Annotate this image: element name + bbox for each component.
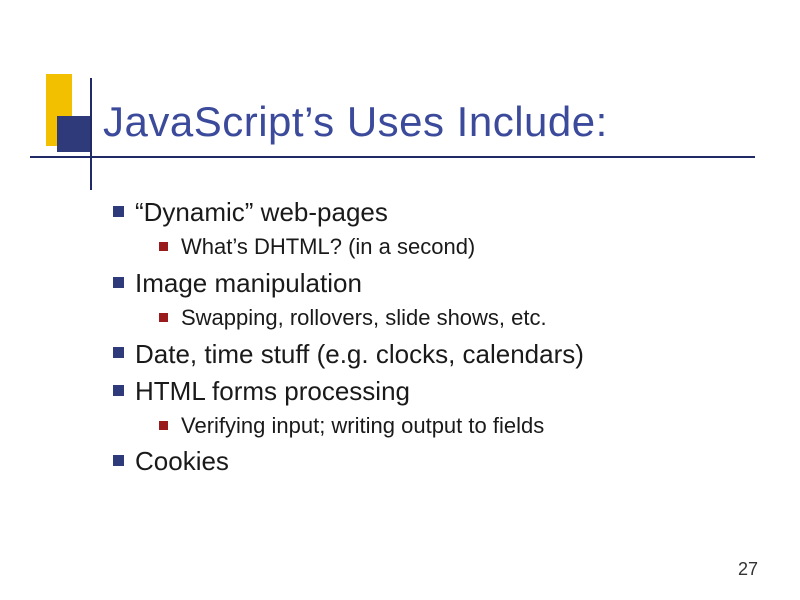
slide: JavaScript’s Uses Include: “Dynamic” web… (0, 0, 800, 600)
list-item: HTML forms processing Verifying input; w… (113, 374, 753, 441)
page-number: 27 (738, 559, 758, 580)
list-item: Date, time stuff (e.g. clocks, calendars… (113, 337, 753, 372)
list-item-text: Date, time stuff (e.g. clocks, calendars… (135, 339, 584, 369)
list-item-text: Swapping, rollovers, slide shows, etc. (181, 305, 547, 330)
list-item-text: What’s DHTML? (in a second) (181, 234, 475, 259)
divider-vertical (90, 78, 92, 190)
list-item-text: Image manipulation (135, 268, 362, 298)
list-item: Swapping, rollovers, slide shows, etc. (159, 303, 753, 333)
list-item: Verifying input; writing output to field… (159, 411, 753, 441)
list-item: What’s DHTML? (in a second) (159, 232, 753, 262)
title-decoration (33, 86, 103, 176)
bullet-list: “Dynamic” web-pages What’s DHTML? (in a … (113, 195, 753, 480)
list-item: Image manipulation Swapping, rollovers, … (113, 266, 753, 333)
list-item: “Dynamic” web-pages What’s DHTML? (in a … (113, 195, 753, 262)
divider-horizontal (30, 156, 755, 158)
list-item-text: Verifying input; writing output to field… (181, 413, 544, 438)
list-item-text: HTML forms processing (135, 376, 410, 406)
list-item-text: “Dynamic” web-pages (135, 197, 388, 227)
sub-bullet-list: Verifying input; writing output to field… (135, 411, 753, 441)
sub-bullet-list: Swapping, rollovers, slide shows, etc. (135, 303, 753, 333)
slide-title: JavaScript’s Uses Include: (103, 98, 608, 146)
accent-rectangle-navy (57, 116, 91, 152)
list-item: Cookies (113, 444, 753, 479)
slide-content: “Dynamic” web-pages What’s DHTML? (in a … (113, 195, 753, 482)
sub-bullet-list: What’s DHTML? (in a second) (135, 232, 753, 262)
list-item-text: Cookies (135, 446, 229, 476)
